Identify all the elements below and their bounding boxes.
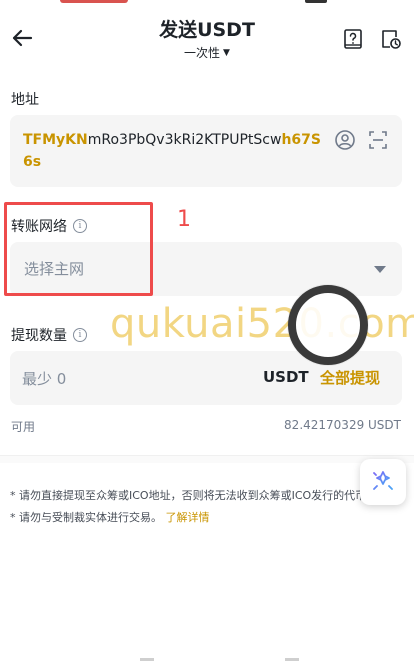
assistant-icon	[373, 471, 393, 490]
available-label: 可用	[11, 420, 36, 434]
address-label: 地址	[11, 89, 39, 109]
mode-selector[interactable]: 一次性 ▼	[184, 45, 230, 61]
faq-icon[interactable]	[342, 28, 364, 50]
status-strip-dark	[305, 0, 327, 3]
address-field[interactable]: TFMyKNmRo3PbQv3kRi2KTPUPtScwh67S6s	[10, 115, 402, 187]
loading-spinner	[288, 285, 368, 365]
status-strip	[0, 0, 414, 4]
notes-block: * 请勿直接提现至众筹或ICO地址，否则将无法收到众筹或ICO发行的代币。 * …	[10, 488, 400, 532]
note-ico-warning: * 请勿直接提现至众筹或ICO地址，否则将无法收到众筹或ICO发行的代币。	[10, 489, 378, 502]
section-divider	[0, 455, 414, 463]
annotation-highlight-box	[4, 202, 153, 296]
address-middle: mRo3PbQv3kRi2KTPUPtScw	[87, 132, 282, 148]
status-strip-red	[60, 0, 128, 3]
amount-label: 提现数量 i	[11, 325, 87, 345]
bottom-edge	[0, 655, 414, 661]
annotation-number: 1	[177, 207, 191, 232]
header: 发送USDT 一次性 ▼	[0, 14, 414, 64]
history-icon[interactable]	[380, 28, 402, 50]
assistant-button[interactable]	[360, 459, 406, 505]
learn-more-link[interactable]: 了解详情	[166, 511, 210, 524]
watermark-text: qukuai520.com	[110, 301, 414, 347]
address-prefix: TFMyKN	[23, 132, 88, 148]
address-value: TFMyKNmRo3PbQv3kRi2KTPUPtScwh67S6s	[23, 129, 328, 173]
info-icon[interactable]: i	[73, 328, 87, 342]
contact-icon[interactable]	[334, 129, 356, 151]
scan-icon[interactable]	[367, 129, 389, 151]
dropdown-caret-icon	[374, 266, 386, 273]
chevron-down-icon: ▼	[223, 48, 230, 58]
address-label-text: 地址	[11, 92, 39, 108]
available-balance: 82.42170329 USDT	[284, 418, 401, 432]
amount-label-text: 提现数量	[11, 328, 67, 344]
note-sanctions-warning: * 请勿与受制裁实体进行交易。 了解详情	[10, 510, 400, 526]
withdraw-all-button[interactable]: 全部提现	[320, 367, 380, 388]
mode-selector-label: 一次性	[184, 46, 221, 60]
note-sanctions-text: * 请勿与受制裁实体进行交易。	[10, 511, 162, 524]
amount-unit: USDT	[263, 368, 309, 386]
amount-input-placeholder: 最少 0	[22, 370, 67, 388]
